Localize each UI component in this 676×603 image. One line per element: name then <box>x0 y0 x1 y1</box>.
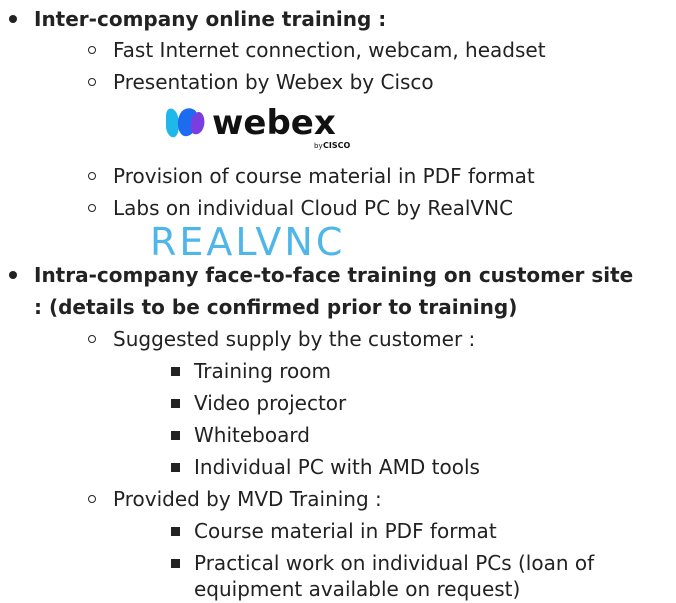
item-bullet <box>88 46 96 54</box>
subitem-bullet <box>171 559 180 568</box>
list-item: Presentation by Webex by Cisco <box>113 70 434 94</box>
training-options-document: Inter-company online training : Fast Int… <box>0 0 676 603</box>
section-title-online: Inter-company online training : <box>34 7 387 31</box>
section-title-onsite-line2: : (details to be confirmed prior to trai… <box>34 295 518 319</box>
list-item: Fast Internet connection, webcam, headse… <box>113 38 546 62</box>
section-bullet <box>9 271 17 279</box>
list-item: Video projector <box>194 391 347 415</box>
webex-by-text: by <box>314 142 323 150</box>
list-item: Training room <box>194 359 332 383</box>
webex-logo: webex by CISCO <box>162 102 352 156</box>
group-label: Provided by MVD Training : <box>113 487 382 511</box>
item-bullet <box>88 495 96 503</box>
webex-icon: webex by CISCO <box>166 103 350 150</box>
subitem-bullet <box>171 367 180 376</box>
subitem-bullet <box>171 399 180 408</box>
list-item: Individual PC with AMD tools <box>194 455 480 479</box>
list-item: Provision of course material in PDF form… <box>113 164 535 188</box>
item-bullet <box>88 172 96 180</box>
section-title-onsite-line1: Intra-company face-to-face training on c… <box>34 263 634 287</box>
webex-wordmark: webex <box>212 103 336 143</box>
list-item-continuation: equipment available on request) <box>194 577 521 601</box>
list-item: Course material in PDF format <box>194 519 497 543</box>
list-item: Whiteboard <box>194 423 310 447</box>
item-bullet <box>88 335 96 343</box>
item-bullet <box>88 78 96 86</box>
subitem-bullet <box>171 527 180 536</box>
list-item: Labs on individual Cloud PC by RealVNC <box>113 196 514 220</box>
realvnc-wordmark: REALVNC <box>150 222 345 262</box>
group-label: Suggested supply by the customer : <box>113 327 476 351</box>
section-bullet <box>9 15 17 23</box>
item-bullet <box>88 204 96 212</box>
subitem-bullet <box>171 431 180 440</box>
subitem-bullet <box>171 463 180 472</box>
realvnc-icon: REALVNC <box>150 220 345 264</box>
realvnc-logo: REALVNC <box>150 220 450 264</box>
cisco-text: CISCO <box>323 141 350 150</box>
list-item: Practical work on individual PCs (loan o… <box>194 551 595 575</box>
